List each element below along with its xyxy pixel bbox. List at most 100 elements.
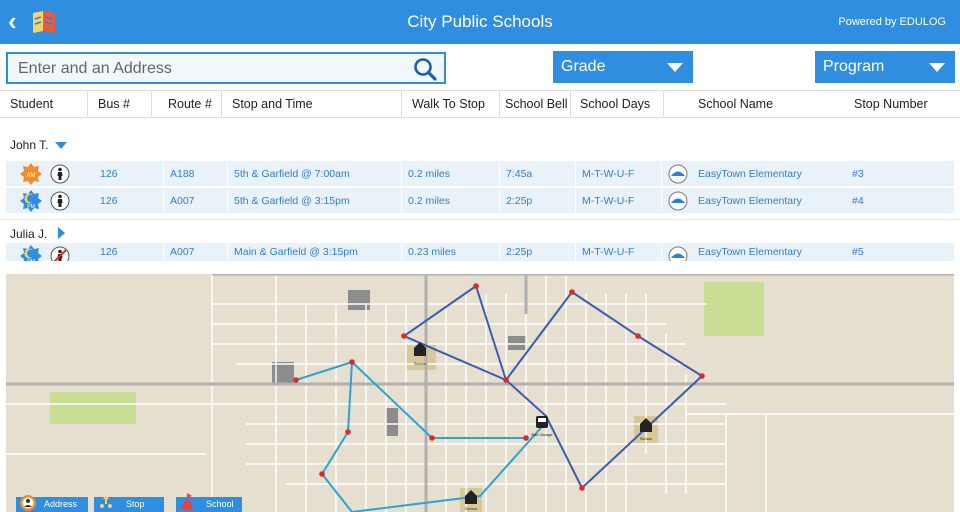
student-group-header[interactable]: John T.	[0, 131, 960, 157]
legend-stop-label: Stop	[126, 499, 145, 509]
header-stop-time[interactable]: Stop and Time	[228, 91, 402, 117]
am-sun-icon: AM	[20, 163, 42, 185]
stop-number: #3	[852, 168, 864, 180]
bus-garage-marker[interactable]: Bus Garage	[531, 416, 553, 437]
legend-address-label: Address	[44, 499, 78, 509]
school-name: EasyTown Elementary	[698, 246, 802, 258]
bus-stop[interactable]	[473, 283, 479, 289]
no-walking-icon	[50, 246, 70, 261]
walk-distance: 0.2 miles	[402, 161, 500, 187]
section-divider	[0, 262, 960, 274]
route-number: A188	[164, 161, 228, 187]
am-label: AM	[27, 173, 36, 179]
school-bell: 2:25p	[500, 188, 576, 214]
top-bar: ‹ City Public Schools Powered by EDULOG	[0, 0, 960, 44]
bus-stop[interactable]	[503, 377, 509, 383]
student-name: Julia J.	[10, 227, 48, 241]
stop-number: #5	[852, 246, 864, 258]
school-cap-icon	[668, 246, 688, 261]
header-school-name[interactable]: School Name	[694, 91, 834, 117]
collapse-arrow-icon[interactable]	[58, 227, 65, 239]
header-route[interactable]: Route #	[164, 91, 222, 117]
bus-window	[538, 418, 546, 422]
stop-and-time: 5th & Garfield @ 7:00am	[228, 161, 402, 187]
stop-and-time: 5th & Garfield @ 3:15pm	[228, 188, 402, 214]
bus-stops	[293, 283, 705, 491]
student-name: John T.	[10, 138, 49, 152]
bus-stop[interactable]	[345, 429, 351, 435]
grade-dropdown-label: Grade	[561, 58, 606, 75]
bus-stop[interactable]	[699, 373, 705, 379]
school-days: M-T-W-U-F	[576, 161, 662, 187]
bus-number: 126	[94, 161, 164, 187]
school-label: School	[465, 506, 477, 511]
bus-stop[interactable]	[349, 359, 355, 365]
address-search	[6, 52, 446, 84]
route-number: A007	[164, 188, 228, 214]
park-area	[704, 282, 764, 336]
route-number: A007	[164, 243, 228, 261]
park-area	[50, 392, 136, 424]
school-flag-icon	[180, 493, 194, 509]
pm-moon-icon: PM	[20, 245, 42, 261]
chevron-down-icon	[667, 63, 683, 72]
bus-stop[interactable]	[293, 377, 299, 383]
table-header: Student Bus # Route # Stop and Time Walk…	[0, 90, 960, 118]
header-days[interactable]: School Days	[576, 91, 664, 117]
school-name: EasyTown Elementary	[698, 168, 802, 180]
legend-school-label: School	[206, 499, 234, 509]
school-label: School	[414, 361, 426, 366]
header-bell[interactable]: School Bell	[501, 91, 571, 117]
map-canvas[interactable]: School School School Bus Garage	[6, 274, 954, 512]
header-stop-number[interactable]: Stop Number	[850, 91, 950, 117]
walk-distance: 0.2 miles	[402, 188, 500, 214]
stop-marker-icon	[100, 495, 112, 508]
walk-distance: 0.23 miles	[402, 243, 500, 261]
bus-number: 126	[94, 243, 164, 261]
legend-school[interactable]: School	[176, 493, 242, 512]
chevron-down-icon	[929, 63, 945, 72]
school-bell: 2:25p	[500, 243, 576, 261]
powered-by-text: Powered by EDULOG	[838, 16, 946, 28]
building-block	[386, 408, 398, 436]
bus-stop[interactable]	[569, 289, 575, 295]
bus-stop[interactable]	[429, 435, 435, 441]
search-icon[interactable]	[412, 56, 438, 82]
student-group-header[interactable]: Julia J.	[0, 219, 960, 245]
school-days: M-T-W-U-F	[576, 243, 662, 261]
program-dropdown[interactable]: Program	[815, 51, 955, 83]
bus-stop[interactable]	[579, 485, 585, 491]
expand-arrow-icon[interactable]	[55, 142, 67, 149]
address-search-input[interactable]	[18, 58, 408, 80]
program-dropdown-label: Program	[823, 58, 885, 75]
app-title: City Public Schools	[407, 12, 553, 31]
main-roads	[6, 274, 954, 512]
route-map[interactable]: School School School Bus Garage	[6, 274, 954, 512]
grade-dropdown[interactable]: Grade	[553, 51, 693, 83]
legend-address[interactable]: Address	[16, 495, 88, 512]
address-pin-icon	[20, 495, 36, 511]
school-cap-icon	[668, 191, 688, 211]
table-row[interactable]: PM 126 A007 5th & Garfield @ 3:15pm 0.2 …	[6, 188, 954, 214]
school-days: M-T-W-U-F	[576, 188, 662, 214]
school-name: EasyTown Elementary	[698, 195, 802, 207]
walking-person-icon	[50, 164, 70, 184]
school-label: School	[640, 436, 652, 441]
bus-stop[interactable]	[401, 333, 407, 339]
dark-route	[401, 285, 704, 490]
bus-stop[interactable]	[635, 333, 641, 339]
building-block	[508, 336, 526, 350]
bus-stop[interactable]	[523, 435, 529, 441]
header-walk[interactable]: Walk To Stop	[408, 91, 500, 117]
bus-stop[interactable]	[319, 471, 325, 477]
stop-number: #4	[852, 195, 864, 207]
table-row[interactable]: PM 126 A007 Main & Garfield @ 3:15pm 0.2…	[6, 243, 954, 262]
bus-number: 126	[94, 188, 164, 214]
header-student[interactable]: Student	[6, 91, 88, 117]
school-bell: 7:45a	[500, 161, 576, 187]
pm-label: PM	[27, 204, 35, 210]
legend-stop[interactable]: Stop	[94, 495, 164, 512]
header-bus[interactable]: Bus #	[94, 91, 152, 117]
table-row[interactable]: AM 126 A188 5th & Garfield @ 7:00am 0.2 …	[6, 161, 954, 187]
street-grid	[6, 274, 954, 512]
